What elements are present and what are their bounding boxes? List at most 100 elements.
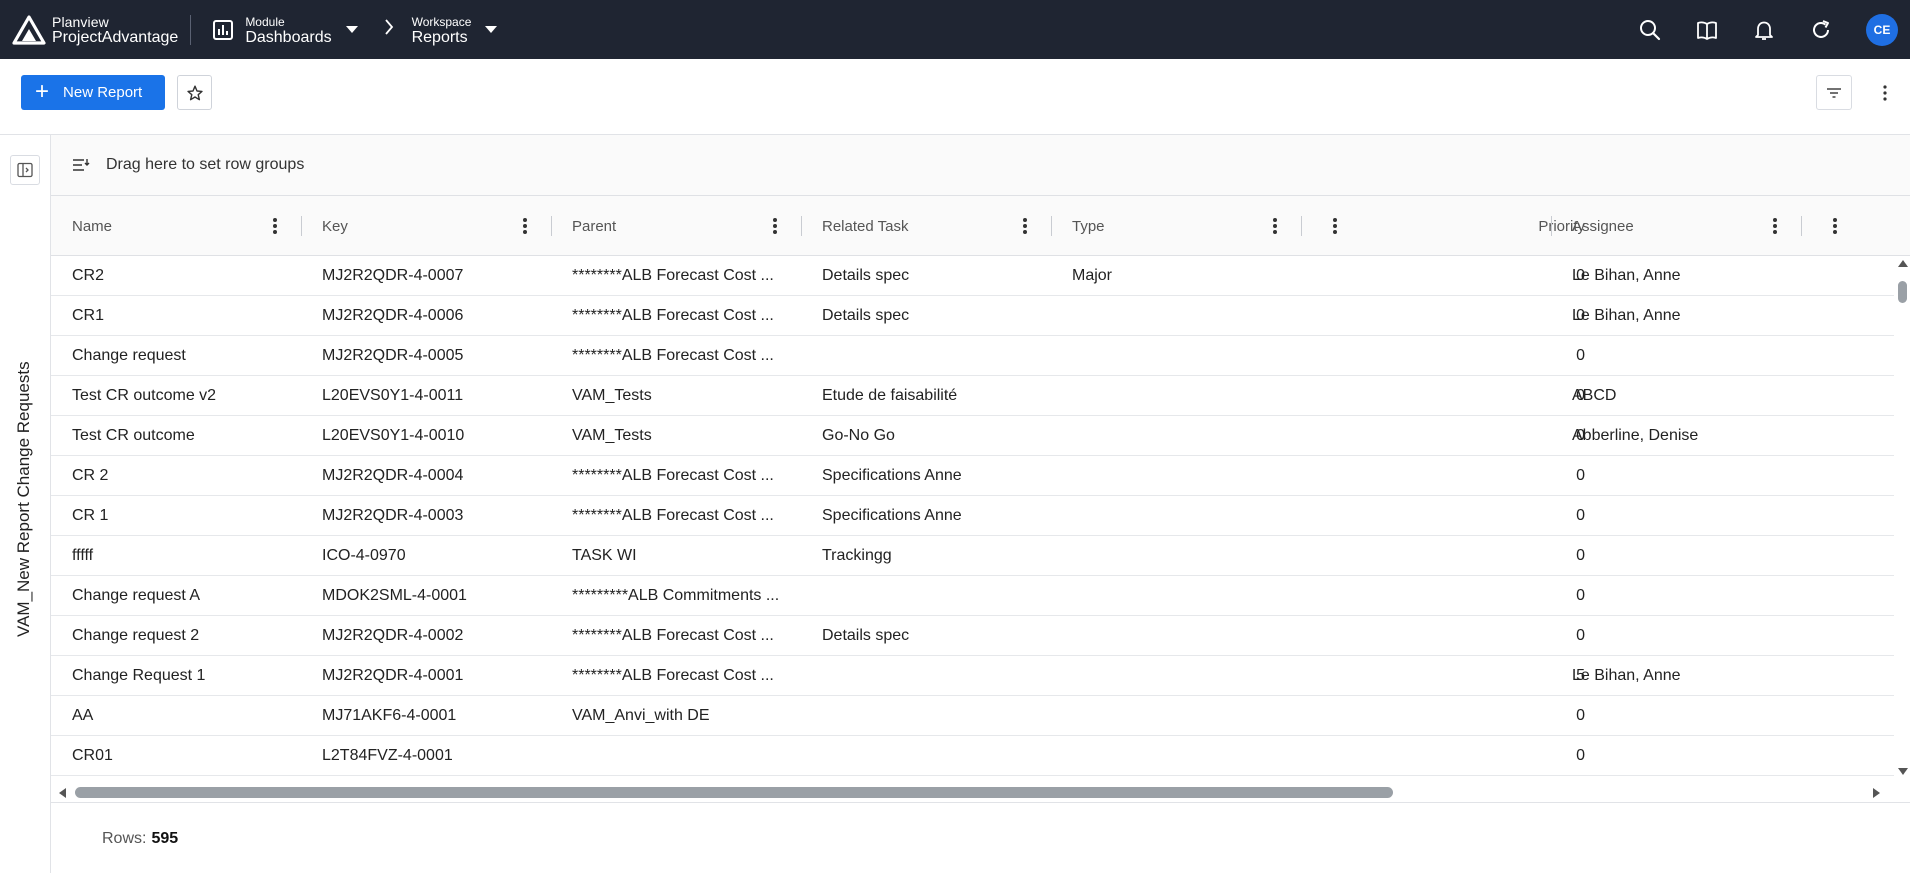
column-menu-icon[interactable] (272, 196, 278, 256)
bell-icon[interactable] (1752, 18, 1776, 42)
book-icon[interactable] (1695, 18, 1719, 42)
column-resize-handle[interactable] (551, 216, 552, 236)
col-related-task-cell (822, 696, 1044, 736)
table-row[interactable]: CR 2 MJ2R2QDR-4-0004 ********ALB Forecast … (51, 456, 1894, 496)
search-icon[interactable] (1638, 18, 1662, 42)
col-related-task-cell: Details spec (822, 307, 910, 324)
column-resize-handle[interactable] (801, 216, 802, 236)
scroll-right-arrow[interactable] (1873, 788, 1880, 798)
table-row[interactable]: CR1 MJ2R2QDR-4-0006 ********ALB Forecast C… (51, 296, 1894, 336)
col-key-cell: MJ2R2QDR-4-0006 (322, 307, 464, 324)
column-menu-icon[interactable] (1772, 196, 1778, 256)
column-resize-handle[interactable] (1801, 216, 1802, 236)
column-menu-icon[interactable] (1332, 196, 1338, 256)
workspace-selector[interactable]: Workspace Reports (412, 14, 498, 46)
new-report-button[interactable]: + New Report (21, 75, 165, 110)
col-name-cell: Test CR outcome (72, 427, 195, 444)
col-parent-cell: ********ALB Forecast Cost ... (572, 267, 774, 284)
table-row[interactable]: Change request 2 MJ2R2QDR-4-0002 ********A… (51, 616, 1894, 656)
col-related-task-cell (822, 576, 1044, 616)
row-group-icon (73, 159, 90, 171)
dashboard-chart-icon (213, 19, 234, 40)
col-type-cell (1072, 336, 1294, 376)
table-row[interactable]: CR 1 MJ2R2QDR-4-0003 ********ALB Forecast … (51, 496, 1894, 536)
col-type-cell (1072, 696, 1294, 736)
table-row[interactable]: CR01 L2T84FVZ-4-0001 0 (51, 736, 1894, 776)
col-related-task-cell (822, 776, 1044, 783)
col-assignee-cell (1572, 336, 1802, 376)
table-row[interactable]: CR02 MF7ZLWMH-4-0002 VAM_ConAL_Expenditure… (51, 776, 1894, 783)
column-menu-icon[interactable] (1022, 196, 1028, 256)
column-menu-icon[interactable] (522, 196, 528, 256)
table-row[interactable]: Test CR outcome L20EVS0Y1-4-0010 VAM_Tests… (51, 416, 1894, 456)
column-menu-icon[interactable] (1272, 196, 1278, 256)
col-related-task-cell (822, 656, 1044, 696)
col-parent-label: Parent (572, 217, 617, 235)
col-parent-cell: ********ALB Forecast Cost ... (572, 627, 774, 644)
column-resize-handle[interactable] (1051, 216, 1052, 236)
column-resize-handle[interactable] (1301, 216, 1302, 236)
table-row[interactable]: Change request A MDOK2SML-4-0001 *********… (51, 576, 1894, 616)
column-menu-icon[interactable] (772, 196, 778, 256)
filter-button[interactable] (1816, 75, 1852, 110)
col-name-cell: fffff (72, 547, 94, 564)
planview-logo[interactable]: Planview ProjectAdvantage (12, 0, 178, 59)
scroll-thumb[interactable] (75, 787, 1393, 798)
col-assignee-header[interactable]: Assignee (1551, 196, 1801, 256)
column-menu-icon[interactable] (1832, 196, 1838, 256)
col-priority-cell: 5 (1576, 667, 1585, 684)
table-row[interactable]: fffff ICO-4-0970 TASK WI Trackingg 0 (51, 536, 1894, 576)
col-key-label: Key (322, 217, 348, 235)
col-type-header[interactable]: Type (1051, 196, 1301, 256)
row-group-hint: Drag here to set row groups (106, 156, 305, 173)
report-side-rail: VAM_New Report Change Requests (0, 134, 51, 873)
module-selector[interactable]: Module Dashboards (211, 14, 358, 46)
col-key-header[interactable]: Key (301, 196, 551, 256)
favorite-button[interactable] (177, 75, 212, 110)
expand-panel-button[interactable] (10, 155, 40, 185)
table-row[interactable]: Change request MJ2R2QDR-4-0005 ********ALB… (51, 336, 1894, 376)
scroll-left-arrow[interactable] (59, 788, 66, 798)
col-assignee-cell: Le Bihan, Anne (1572, 667, 1681, 684)
table-row[interactable]: Test CR outcome v2 L20EVS0Y1-4-0011 VAM_Te… (51, 376, 1894, 416)
col-key-cell: L20EVS0Y1-4-0011 (322, 387, 464, 404)
col-assignee-cell (1572, 456, 1802, 496)
horizontal-scrollbar[interactable] (51, 783, 1910, 803)
col-priority-cell: 0 (1576, 427, 1585, 444)
col-parent-cell: ********ALB Forecast Cost ... (572, 347, 774, 364)
col-name-cell: CR2 (72, 267, 105, 284)
col-name-cell: Change Request 1 (72, 667, 206, 684)
col-priority-cell: 0 (1576, 547, 1585, 564)
user-avatar[interactable]: CE (1866, 13, 1898, 46)
brand-name: Planview (52, 13, 109, 30)
col-assignee-cell (1572, 576, 1802, 616)
col-key-cell: MDOK2SML-4-0001 (322, 587, 467, 604)
col-related-task-header[interactable]: Related Task (801, 196, 1051, 256)
vertical-scrollbar[interactable] (1894, 256, 1910, 783)
column-resize-handle[interactable] (1551, 216, 1552, 236)
col-name-header[interactable]: Name (51, 196, 301, 256)
col-blank-header[interactable] (1301, 196, 1351, 256)
col-priority-cell: 0 (1576, 267, 1585, 284)
col-name-cell: CR1 (72, 307, 105, 324)
row-group-dropzone[interactable]: Drag here to set row groups (51, 135, 1910, 196)
scroll-thumb[interactable] (1898, 281, 1907, 303)
refresh-icon[interactable] (1809, 18, 1833, 42)
module-value: Dashboards (245, 28, 332, 46)
col-extra-header[interactable] (1801, 196, 1861, 256)
table-row[interactable]: Change Request 1 MJ2R2QDR-4-0001 ********A… (51, 656, 1894, 696)
col-name-cell: CR 1 (72, 507, 109, 524)
col-key-cell: L20EVS0Y1-4-0010 (322, 427, 465, 444)
table-row[interactable]: CR2 MJ2R2QDR-4-0007 ********ALB Forecast C… (51, 256, 1894, 296)
col-parent-cell: ********ALB Forecast Cost ... (572, 307, 774, 324)
scroll-down-arrow[interactable] (1898, 768, 1908, 775)
col-type-label: Type (1072, 217, 1105, 235)
column-resize-handle[interactable] (301, 216, 302, 236)
col-priority-cell: 0 (1576, 307, 1585, 324)
more-options-button[interactable] (1875, 79, 1895, 107)
col-parent-header[interactable]: Parent (551, 196, 801, 256)
scroll-up-arrow[interactable] (1898, 260, 1908, 267)
col-key-cell: MF7ZLWMH-4-0002 (322, 776, 544, 783)
table-row[interactable]: AA MJ71AKF6-4-0001 VAM_Anvi_with DE 0 (51, 696, 1894, 736)
col-type-cell (1072, 576, 1294, 616)
